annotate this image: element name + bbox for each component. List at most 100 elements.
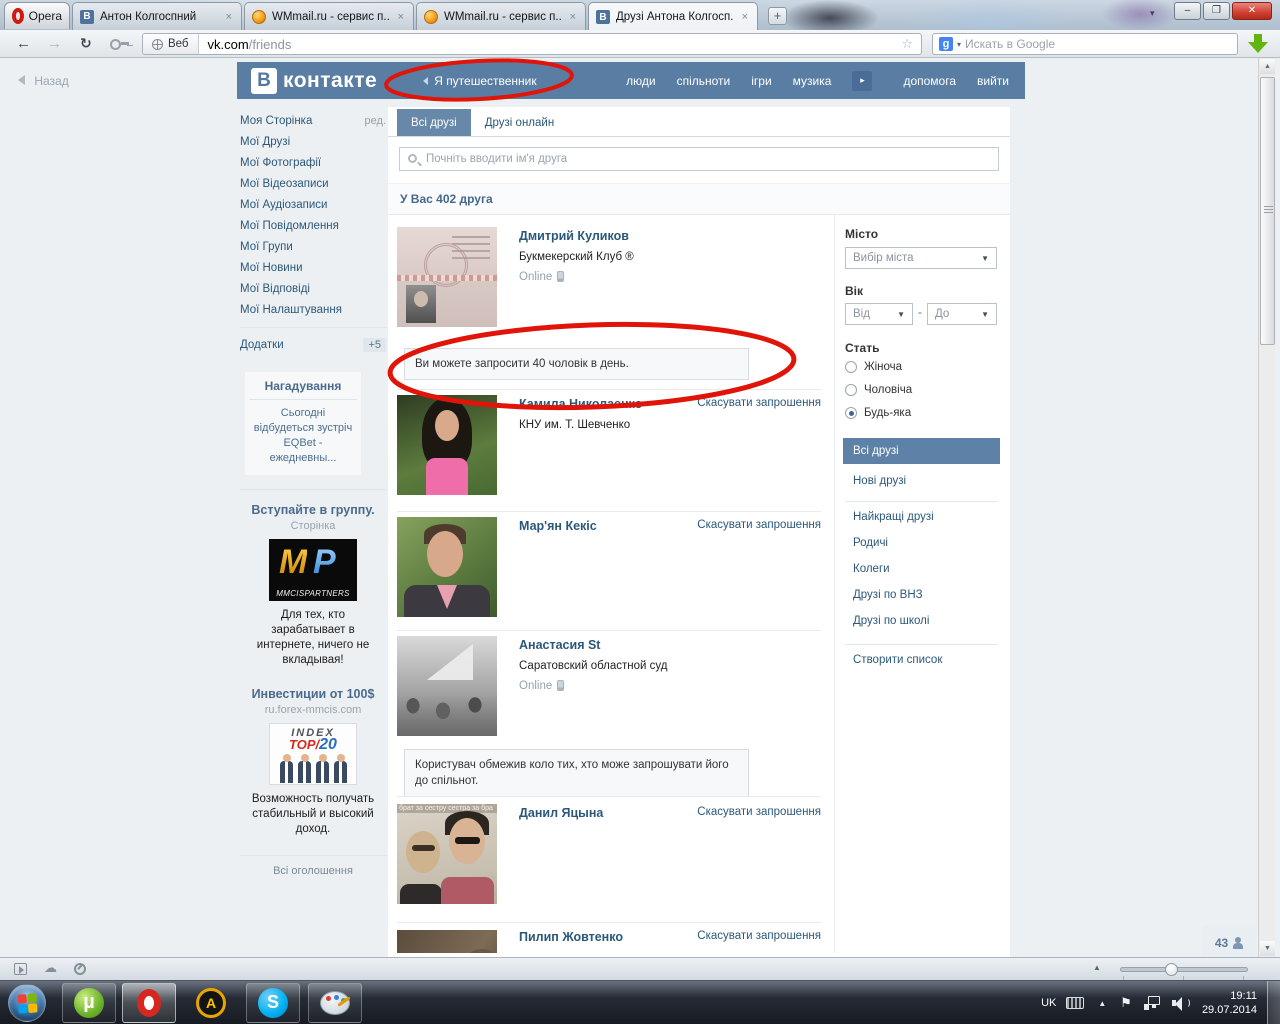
tab-close-icon[interactable]: × (224, 11, 234, 23)
create-list-link[interactable]: Створити список (853, 654, 942, 666)
search-engine-caret-icon[interactable]: ▾ (957, 40, 961, 49)
new-tab-button[interactable]: + (768, 7, 787, 25)
start-button[interactable] (8, 984, 46, 1022)
cancel-invite-link[interactable]: Скасувати запрошення (697, 519, 821, 531)
nav-logout[interactable]: вийти (977, 74, 1009, 88)
filter-colleagues[interactable]: Колеги (853, 563, 890, 575)
taskbar-opera-button[interactable] (122, 983, 176, 1023)
city-select[interactable]: Вибір міста ▼ (845, 247, 997, 269)
ad-title[interactable]: Инвестиции от 100$ (240, 686, 386, 702)
show-desktop-button[interactable] (1267, 981, 1280, 1024)
google-icon[interactable]: g (939, 37, 953, 51)
scroll-down-icon[interactable]: ▼ (1260, 941, 1275, 956)
profile-photo[interactable] (397, 636, 497, 736)
hidden-icons-arrow[interactable]: ▲ (1098, 999, 1106, 1008)
profile-photo[interactable] (397, 930, 497, 953)
reminder-line[interactable]: відбудеться зустріч (249, 421, 357, 436)
sidebar-item-videos[interactable]: Мої Відеозаписи (240, 173, 386, 194)
taskbar-paint-button[interactable] (308, 983, 362, 1023)
browser-tab-2[interactable]: WMmail.ru - сервис п... × (244, 2, 414, 30)
bookmark-star-icon[interactable]: ☆ (901, 36, 913, 52)
opera-link-cloud-icon[interactable]: ☁ (44, 960, 57, 976)
reminder-line[interactable]: ежедневны... (249, 451, 357, 466)
tab-friends-online[interactable]: Друзі онлайн (471, 109, 568, 136)
back-icon[interactable]: ← (16, 35, 31, 52)
taskbar-aimp-button[interactable]: A (184, 983, 238, 1023)
forward-icon[interactable]: → (47, 35, 62, 52)
opera-turbo-icon[interactable] (74, 963, 86, 975)
sidebar-item-photos[interactable]: Мої Фотографії (240, 152, 386, 173)
search-bar[interactable]: g ▾ (932, 33, 1238, 55)
nav-games[interactable]: ігри (751, 74, 771, 88)
age-from-select[interactable]: Від ▼ (845, 303, 913, 325)
nav-music[interactable]: музика (793, 74, 832, 88)
friend-search-input[interactable] (400, 148, 998, 170)
profile-photo[interactable]: брат за сестру сестра за бра (397, 804, 497, 904)
filter-new-friends[interactable]: Нові друзі (853, 475, 906, 487)
sidebar-item-messages[interactable]: Мої Повідомлення (240, 215, 386, 236)
keyboard-icon[interactable] (1066, 997, 1085, 1009)
tab-all-friends[interactable]: Всі друзі (397, 109, 471, 136)
filter-school-friends[interactable]: Друзі по школі (853, 615, 929, 627)
zoom-menu-icon[interactable]: ▲ (1093, 963, 1101, 972)
tab-close-icon[interactable]: × (396, 11, 406, 23)
download-arrow-icon[interactable] (1248, 34, 1268, 54)
cancel-invite-link[interactable]: Скасувати запрошення (697, 806, 821, 818)
friend-name-link[interactable]: Анастасия St (519, 638, 821, 652)
reminder-line[interactable]: Сьогодні (249, 406, 357, 421)
tab-close-icon[interactable]: × (740, 11, 750, 23)
online-friends-badge[interactable]: 43 (1203, 926, 1255, 957)
zoom-slider[interactable] (1120, 963, 1248, 980)
scrollbar-thumb[interactable] (1260, 77, 1275, 345)
reload-icon[interactable]: ↻ (80, 35, 92, 52)
browser-tab-3[interactable]: WMmail.ru - сервис п... × (416, 2, 586, 30)
sidebar-item-audio[interactable]: Мої Аудіозаписи (240, 194, 386, 215)
nav-people[interactable]: люди (626, 74, 655, 88)
language-indicator[interactable]: UK (1041, 997, 1056, 1009)
sidebar-item-friends[interactable]: Мої Друзі (240, 131, 386, 152)
vk-logo[interactable]: В контакте (251, 67, 377, 94)
sidebar-item-apps[interactable]: Додатки +5 (240, 334, 386, 356)
ad-join-group[interactable]: Вступайте в группу. Сторінка M P MMCISPA… (240, 502, 386, 668)
sidebar-item-groups[interactable]: Мої Групи (240, 236, 386, 257)
close-button[interactable]: ✕ (1232, 2, 1272, 20)
sidebar-item-my-page[interactable]: Моя Сторінка ред. (240, 110, 386, 131)
age-to-select[interactable]: До ▼ (927, 303, 997, 325)
reminder-line[interactable]: EQBet - (249, 436, 357, 451)
web-badge[interactable]: Веб (143, 34, 199, 54)
ad-investments[interactable]: Инвестиции от 100$ ru.forex-mmcis.com IN… (240, 686, 386, 837)
taskbar-clock[interactable]: 19:11 29.07.2014 (1202, 989, 1257, 1017)
filter-all-friends-active[interactable]: Всі друзі (843, 438, 1000, 464)
cancel-invite-link[interactable]: Скасувати запрошення (697, 930, 821, 942)
tab-close-icon[interactable]: × (568, 11, 578, 23)
minimize-button[interactable]: – (1174, 2, 1201, 20)
password-wand-icon[interactable] (109, 39, 129, 50)
scroll-up-icon[interactable]: ▲ (1260, 59, 1275, 74)
restore-button[interactable]: ❐ (1203, 2, 1230, 20)
nav-help[interactable]: допомога (903, 74, 956, 88)
filter-university-friends[interactable]: Друзі по ВНЗ (853, 589, 923, 601)
browser-tab-4-active[interactable]: В Друзі Антона Колгосп... × (588, 2, 758, 31)
google-search-input[interactable] (965, 37, 1231, 51)
edit-link[interactable]: ред. (365, 115, 386, 127)
nav-more-icon[interactable]: ▸ (852, 70, 873, 91)
toolbar-overflow-icon[interactable]: ▾ (1150, 8, 1155, 19)
profile-photo[interactable] (397, 395, 497, 495)
opera-menu-button[interactable]: Opera (4, 2, 70, 29)
page-scrollbar[interactable]: ▲ ▼ (1258, 58, 1275, 957)
gender-radio-female[interactable]: Жіноча (845, 361, 902, 373)
friend-name-link[interactable]: Дмитрий Куликов (519, 229, 821, 243)
gender-radio-any[interactable]: Будь-яка (845, 407, 911, 419)
browser-tab-1[interactable]: В Антон Колгоспний × (72, 2, 242, 30)
ad-title[interactable]: Вступайте в группу. (240, 502, 386, 518)
profile-photo[interactable] (397, 227, 497, 327)
ad-image-index-top20[interactable]: INDEX TOP/20 (269, 723, 357, 785)
sidebar-item-settings[interactable]: Мої Налаштування (240, 299, 386, 320)
panels-toggle-icon[interactable] (14, 963, 27, 975)
all-ads-link[interactable]: Всі оголошення (240, 855, 386, 877)
nav-communities[interactable]: спільноти (677, 74, 731, 88)
sidebar-item-news[interactable]: Мої Новини (240, 257, 386, 278)
address-bar[interactable]: Веб vk.com/friends ☆ (142, 33, 922, 55)
network-icon[interactable] (1143, 996, 1160, 1010)
ad-image-mmcis[interactable]: M P MMCISPARTNERS (269, 539, 357, 601)
